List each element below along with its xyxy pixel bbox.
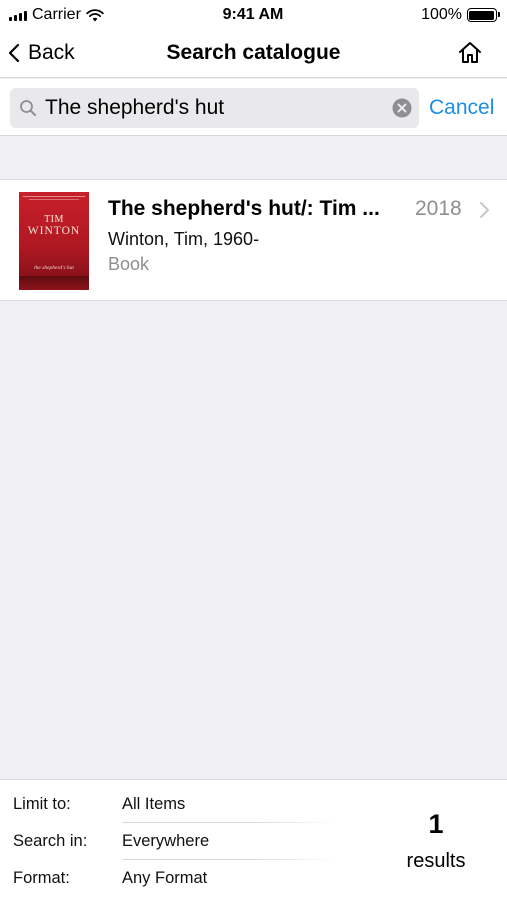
page-title: Search catalogue <box>166 41 341 64</box>
search-bar: Cancel <box>0 79 507 136</box>
status-left: Carrier <box>9 6 169 24</box>
filter-limit-value: All Items <box>122 795 186 813</box>
filter-search-in[interactable]: Search in: Everywhere <box>0 817 335 854</box>
status-bar: Carrier 9:41 AM 100% <box>0 0 507 30</box>
filter-search-in-value: Everywhere <box>122 832 210 850</box>
signal-icon <box>9 10 27 21</box>
filter-panel: Limit to: All Items Search in: Everywher… <box>0 779 507 900</box>
filter-format-value: Any Format <box>122 869 208 887</box>
filter-limit[interactable]: Limit to: All Items <box>0 780 335 817</box>
cover-author-last: WINTON <box>27 225 81 237</box>
filter-format[interactable]: Format: Any Format <box>0 854 335 891</box>
result-author: Winton, Tim, 1960- <box>108 229 260 249</box>
cover-title: the shepherd's hut <box>34 265 74 271</box>
result-title: The shepherd's hut/: Tim ... <box>108 197 380 220</box>
results-count: 1 <box>428 809 444 839</box>
chevron-left-icon <box>8 43 20 63</box>
chevron-right-icon <box>480 202 489 218</box>
status-right: 100% <box>337 6 500 24</box>
status-time: 9:41 AM <box>222 6 284 23</box>
nav-bar: Back Search catalogue <box>0 30 507 78</box>
search-field[interactable] <box>10 88 419 128</box>
clear-icon[interactable] <box>392 98 412 118</box>
cancel-button[interactable]: Cancel <box>429 96 494 120</box>
cover-author-first: TIM <box>44 214 64 225</box>
book-cover-image: TIM WINTON the shepherd's hut <box>19 192 89 290</box>
home-icon[interactable] <box>457 40 483 66</box>
result-row[interactable]: TIM WINTON the shepherd's hut The shephe… <box>0 179 507 301</box>
result-year: 2018 <box>415 197 462 220</box>
carrier-label: Carrier <box>32 6 81 23</box>
search-icon <box>20 100 36 116</box>
results-label: results <box>406 850 466 872</box>
search-input[interactable] <box>45 88 385 128</box>
filter-search-in-label: Search in: <box>13 832 88 850</box>
wifi-icon <box>86 8 104 21</box>
filter-limit-label: Limit to: <box>13 795 71 813</box>
back-label: Back <box>28 41 75 64</box>
back-button[interactable]: Back <box>8 38 75 68</box>
filter-format-label: Format: <box>13 869 70 887</box>
battery-icon <box>466 8 500 22</box>
result-format: Book <box>108 254 150 274</box>
battery-percent: 100% <box>421 6 462 23</box>
